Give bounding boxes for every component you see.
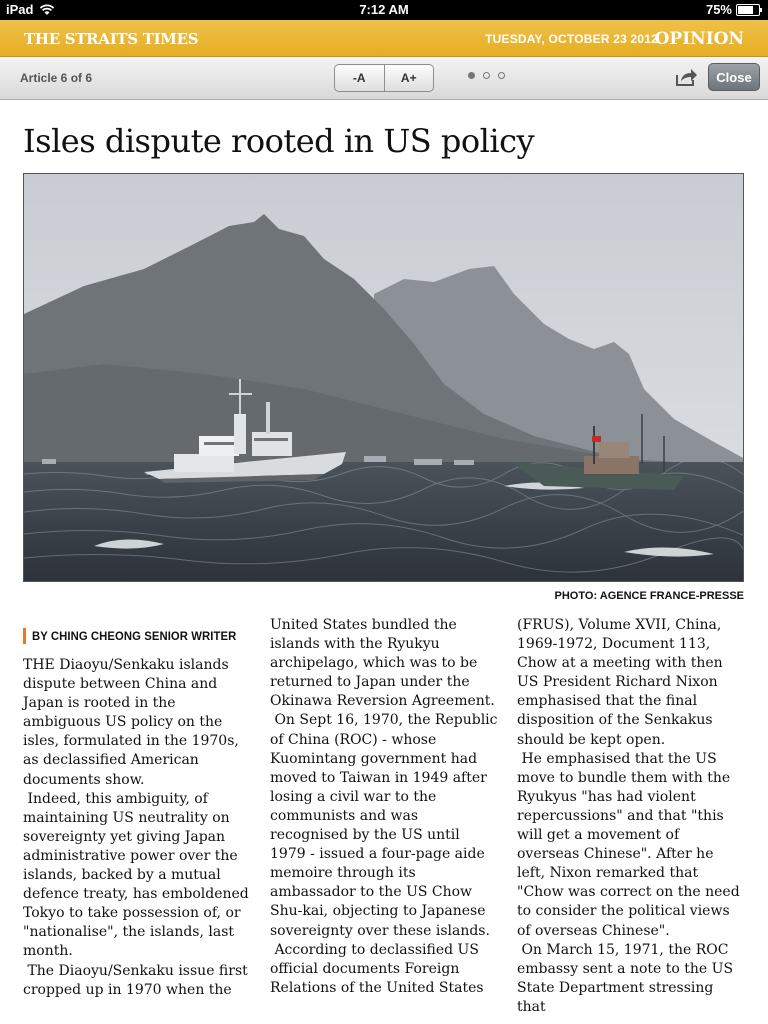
byline-text: BY CHING CHEONG SENIOR WRITER xyxy=(32,629,237,643)
share-icon[interactable] xyxy=(674,66,698,88)
font-size-control: -A A+ xyxy=(334,64,434,92)
status-right: 75% xyxy=(705,2,762,17)
paragraph: THE Diaoyu/Senkaku islands dispute betwe… xyxy=(23,657,239,788)
paragraph: The Diaoyu/Senkaku issue first cropped u… xyxy=(23,962,248,998)
section-label: OPINION xyxy=(654,29,744,49)
article-photo xyxy=(23,173,744,582)
photo-credit: PHOTO: AGENCE FRANCE-PRESSE xyxy=(554,590,744,602)
clock: 7:12 AM xyxy=(359,2,409,17)
page-dot[interactable] xyxy=(468,72,475,79)
battery-fill xyxy=(738,5,753,14)
paragraph: On March 15, 1971, the ROC embassy sent … xyxy=(517,941,734,1015)
masthead: THE STRAITS TIMES TUESDAY, OCTOBER 23 20… xyxy=(0,20,768,57)
article-column-1: THE Diaoyu/Senkaku islands dispute betwe… xyxy=(23,656,251,1000)
article-column-3: (FRUS), Volume XVII, China, 1969-1972, D… xyxy=(517,616,745,1017)
article-column-2: United States bundled the islands with t… xyxy=(270,616,498,998)
close-button[interactable]: Close xyxy=(708,63,760,91)
article-headline: Isles dispute rooted in US policy xyxy=(23,122,535,160)
issue-date: TUESDAY, OCTOBER 23 2012 xyxy=(485,32,658,46)
page-indicator[interactable] xyxy=(468,72,505,79)
article-counter: Article 6 of 6 xyxy=(20,71,93,85)
battery-icon xyxy=(736,3,762,16)
paragraph: United States bundled the islands with t… xyxy=(270,617,495,710)
decrease-font-button[interactable]: -A xyxy=(335,65,384,91)
paragraph: He emphasised that the US move to bundle… xyxy=(517,750,740,939)
status-bar: iPad 7:12 AM 75% xyxy=(0,0,768,20)
battery-percent: 75% xyxy=(705,2,732,17)
paragraph: According to declassified US official do… xyxy=(270,941,484,996)
byline-accent-bar xyxy=(23,628,26,644)
paragraph: (FRUS), Volume XVII, China, 1969-1972, D… xyxy=(517,617,723,748)
paragraph: On Sept 16, 1970, the Republic of China … xyxy=(270,712,498,939)
brand-logo: THE STRAITS TIMES xyxy=(24,30,199,48)
byline: BY CHING CHEONG SENIOR WRITER xyxy=(23,628,249,644)
page-dot[interactable] xyxy=(498,72,505,79)
article-toolbar: Article 6 of 6 -A A+ Close xyxy=(0,57,768,100)
page-dot[interactable] xyxy=(483,72,490,79)
increase-font-button[interactable]: A+ xyxy=(383,65,434,91)
paragraph: Indeed, this ambiguity, of maintaining U… xyxy=(23,790,249,960)
photo-islands-ships xyxy=(24,174,743,581)
